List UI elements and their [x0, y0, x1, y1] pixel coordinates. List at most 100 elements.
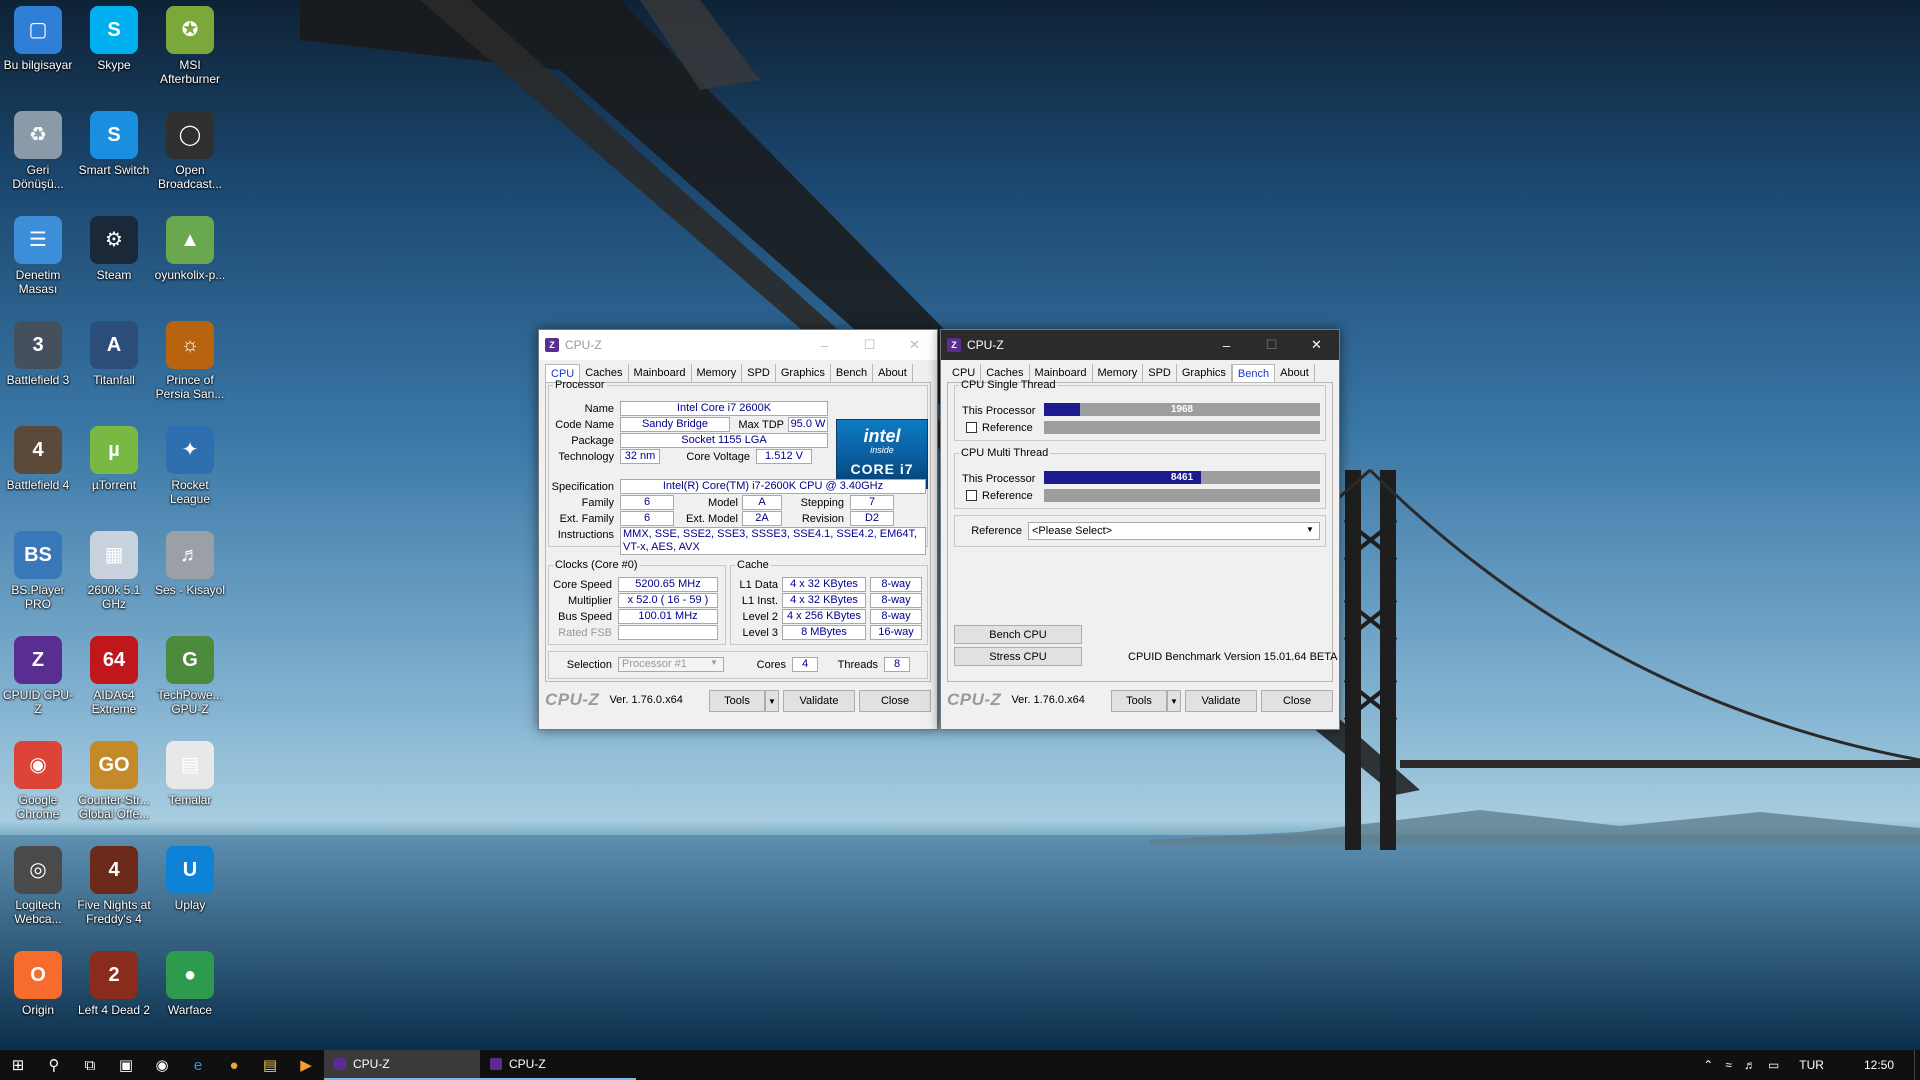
desktop-icon-skype[interactable]: S Skype	[76, 6, 152, 72]
selection-label: Selection	[566, 659, 612, 671]
reference-chevron-icon[interactable]: ▼	[1306, 525, 1314, 534]
l1i-label: L1 Inst.	[741, 595, 778, 607]
validate-button[interactable]: Validate	[783, 690, 855, 712]
tools-dropdown-chevron-icon[interactable]: ▼	[1167, 690, 1181, 712]
recycle-bin-icon: ♻	[14, 111, 62, 159]
desktop-icon-battlefield4[interactable]: 4 Battlefield 4	[0, 426, 76, 492]
tray-chevron-up-icon[interactable]: ⌃	[1697, 1058, 1719, 1072]
selection-dropdown[interactable]: Processor #1	[618, 657, 724, 672]
chrome-taskbar-icon[interactable]: ●	[216, 1050, 252, 1080]
close-button[interactable]: Close	[859, 690, 931, 712]
close-icon[interactable]: ✕	[892, 330, 937, 360]
minimize-icon[interactable]: –	[1204, 330, 1249, 360]
package-label: Package	[571, 435, 614, 447]
start-windows-icon[interactable]: ⊞	[0, 1050, 36, 1080]
bench-cpu-label: Bench CPU	[989, 628, 1047, 641]
desktop-icon-label: BS.Player PRO	[11, 583, 65, 611]
l1i-value: 4 x 32 KBytes	[782, 593, 866, 608]
notifications-icon[interactable]: ▭	[1762, 1058, 1785, 1072]
desktop-icon-cpuz[interactable]: Z CPUID CPU-Z	[0, 636, 76, 716]
desktop-icon-l4d2[interactable]: 2 Left 4 Dead 2	[76, 951, 152, 1017]
desktop-icon-fnaf[interactable]: 4 Five Nights at Freddy's 4	[76, 846, 152, 926]
tools-button[interactable]: Tools	[709, 690, 765, 712]
csgo-icon: GO	[90, 741, 138, 789]
show-desktop-strip[interactable]	[1914, 1050, 1920, 1080]
extmodel-value: 2A	[742, 511, 782, 526]
single-reference-bar	[1044, 421, 1320, 434]
desktop-icon-afterburner[interactable]: ✪ MSI Afterburner	[152, 6, 228, 86]
desktop-icon-battlefield3[interactable]: 3 Battlefield 3	[0, 321, 76, 387]
desktop-icon-steam[interactable]: ⚙ Steam	[76, 216, 152, 282]
file-explorer-icon[interactable]: ▤	[252, 1050, 288, 1080]
intel-inside-text: inside	[870, 445, 894, 455]
desktop-icon-control-panel[interactable]: ☰ Denetim Masası	[0, 216, 76, 296]
desktop-icon-smart-switch[interactable]: S Smart Switch	[76, 111, 152, 177]
desktop-icon-label: Origin	[21, 1003, 54, 1017]
tdp-value: 95.0 W	[788, 417, 828, 432]
desktop-icon-webcam[interactable]: ◎ Logitech Webca...	[0, 846, 76, 926]
multi-thread-score: 8461	[1170, 472, 1194, 483]
desktop-icon-csgo[interactable]: GO Counter-Str... Global Offe...	[76, 741, 152, 821]
desktop-icon-joystick[interactable]: ▲ oyunkolix-p...	[152, 216, 228, 282]
desktop-icon-bsplayer[interactable]: BS BS.Player PRO	[0, 531, 76, 611]
reference-dropdown[interactable]: <Please Select>	[1028, 522, 1320, 540]
taskbar-task-cpuz-2[interactable]: CPU-Z	[480, 1050, 636, 1080]
desktop-icon-label: Battlefield 3	[6, 373, 70, 387]
clock-time[interactable]: 12:50	[1838, 1058, 1914, 1072]
desktop-icon-obs[interactable]: ◯ Open Broadcast...	[152, 111, 228, 191]
desktop-icon-label: Skype	[97, 58, 131, 72]
close-button[interactable]: Close	[1261, 690, 1333, 712]
taskbar-task-cpuz-1[interactable]: CPU-Z	[324, 1050, 480, 1080]
desktop-icon-uplay[interactable]: U Uplay	[152, 846, 228, 912]
edge-icon[interactable]: e	[180, 1050, 216, 1080]
desktop-icon-speaker[interactable]: ♬ Ses - Kisayol	[152, 531, 228, 597]
title-bar[interactable]: Z CPU-Z – ☐ ✕	[941, 330, 1339, 360]
cpuz-window-cpu[interactable]: Z CPU-Z – ☐ ✕ CPU Caches Mainboard Memor…	[538, 329, 938, 730]
single-reference-checkbox[interactable]	[966, 422, 977, 433]
gpuz-icon: G	[166, 636, 214, 684]
desktop-icon-origin[interactable]: O Origin	[0, 951, 76, 1017]
pinned-app-icon[interactable]: ◉	[144, 1050, 180, 1080]
network-icon[interactable]: ≈	[1719, 1058, 1738, 1072]
close-icon[interactable]: ✕	[1294, 330, 1339, 360]
media-player-icon[interactable]: ▶	[288, 1050, 324, 1080]
cpuz-window-bench[interactable]: Z CPU-Z – ☐ ✕ CPU Caches Mainboard Memor…	[940, 329, 1340, 730]
desktop-icon-image-file[interactable]: ▦ 2600k 5.1 GHz	[76, 531, 152, 611]
bench-cpu-button[interactable]: Bench CPU	[954, 625, 1082, 644]
tools-button[interactable]: Tools	[1111, 690, 1167, 712]
search-icon[interactable]: ⚲	[36, 1050, 72, 1080]
desktop-icon-prince-of-persia[interactable]: ☼ Prince of Persia San...	[152, 321, 228, 401]
desktop-icon-gpuz[interactable]: G TechPowe... GPU-Z	[152, 636, 228, 716]
maximize-icon[interactable]: ☐	[1249, 330, 1294, 360]
threads-value: 8	[884, 657, 910, 672]
store-icon[interactable]: ▣	[108, 1050, 144, 1080]
l3-label: Level 3	[742, 627, 778, 639]
desktop-icon-rocket-league[interactable]: ✦ Rocket League	[152, 426, 228, 506]
maximize-icon[interactable]: ☐	[847, 330, 892, 360]
desktop-icon-recycle-bin[interactable]: ♻ Geri Dönüşü...	[0, 111, 76, 191]
desktop-icon-chrome[interactable]: ◉ Google Chrome	[0, 741, 76, 821]
cores-value: 4	[792, 657, 818, 672]
multi-reference-checkbox[interactable]	[966, 490, 977, 501]
selection-chevron-icon[interactable]: ▼	[710, 658, 718, 667]
validate-button[interactable]: Validate	[1185, 690, 1257, 712]
volume-icon[interactable]: ♬	[1738, 1058, 1762, 1072]
tools-dropdown-chevron-icon[interactable]: ▼	[765, 690, 779, 712]
language-indicator[interactable]: TUR	[1785, 1058, 1838, 1072]
desktop-icon-label: Logitech Webca...	[14, 898, 62, 926]
desktop-icon-document[interactable]: ▤ Temalar	[152, 741, 228, 807]
desktop-icon-globe[interactable]: ● Warface	[152, 951, 228, 1017]
origin-icon: O	[14, 951, 62, 999]
desktop-icon-utorrent[interactable]: µ µTorrent	[76, 426, 152, 492]
spec-label: Specification	[551, 481, 614, 493]
stress-cpu-button[interactable]: Stress CPU	[954, 647, 1082, 666]
l3-value: 8 MBytes	[782, 625, 866, 640]
l2-value: 4 x 256 KBytes	[782, 609, 866, 624]
desktop-icon-computer[interactable]: ▢ Bu bilgisayar	[0, 6, 76, 72]
desktop-icon-aida64[interactable]: 64 AIDA64 Extreme	[76, 636, 152, 716]
minimize-icon[interactable]: –	[802, 330, 847, 360]
title-bar[interactable]: Z CPU-Z – ☐ ✕	[539, 330, 937, 360]
desktop-icon-titanfall[interactable]: A Titanfall	[76, 321, 152, 387]
desktop-icon-label: Denetim Masası	[15, 268, 61, 296]
task-view-icon[interactable]: ⧉	[72, 1050, 108, 1080]
